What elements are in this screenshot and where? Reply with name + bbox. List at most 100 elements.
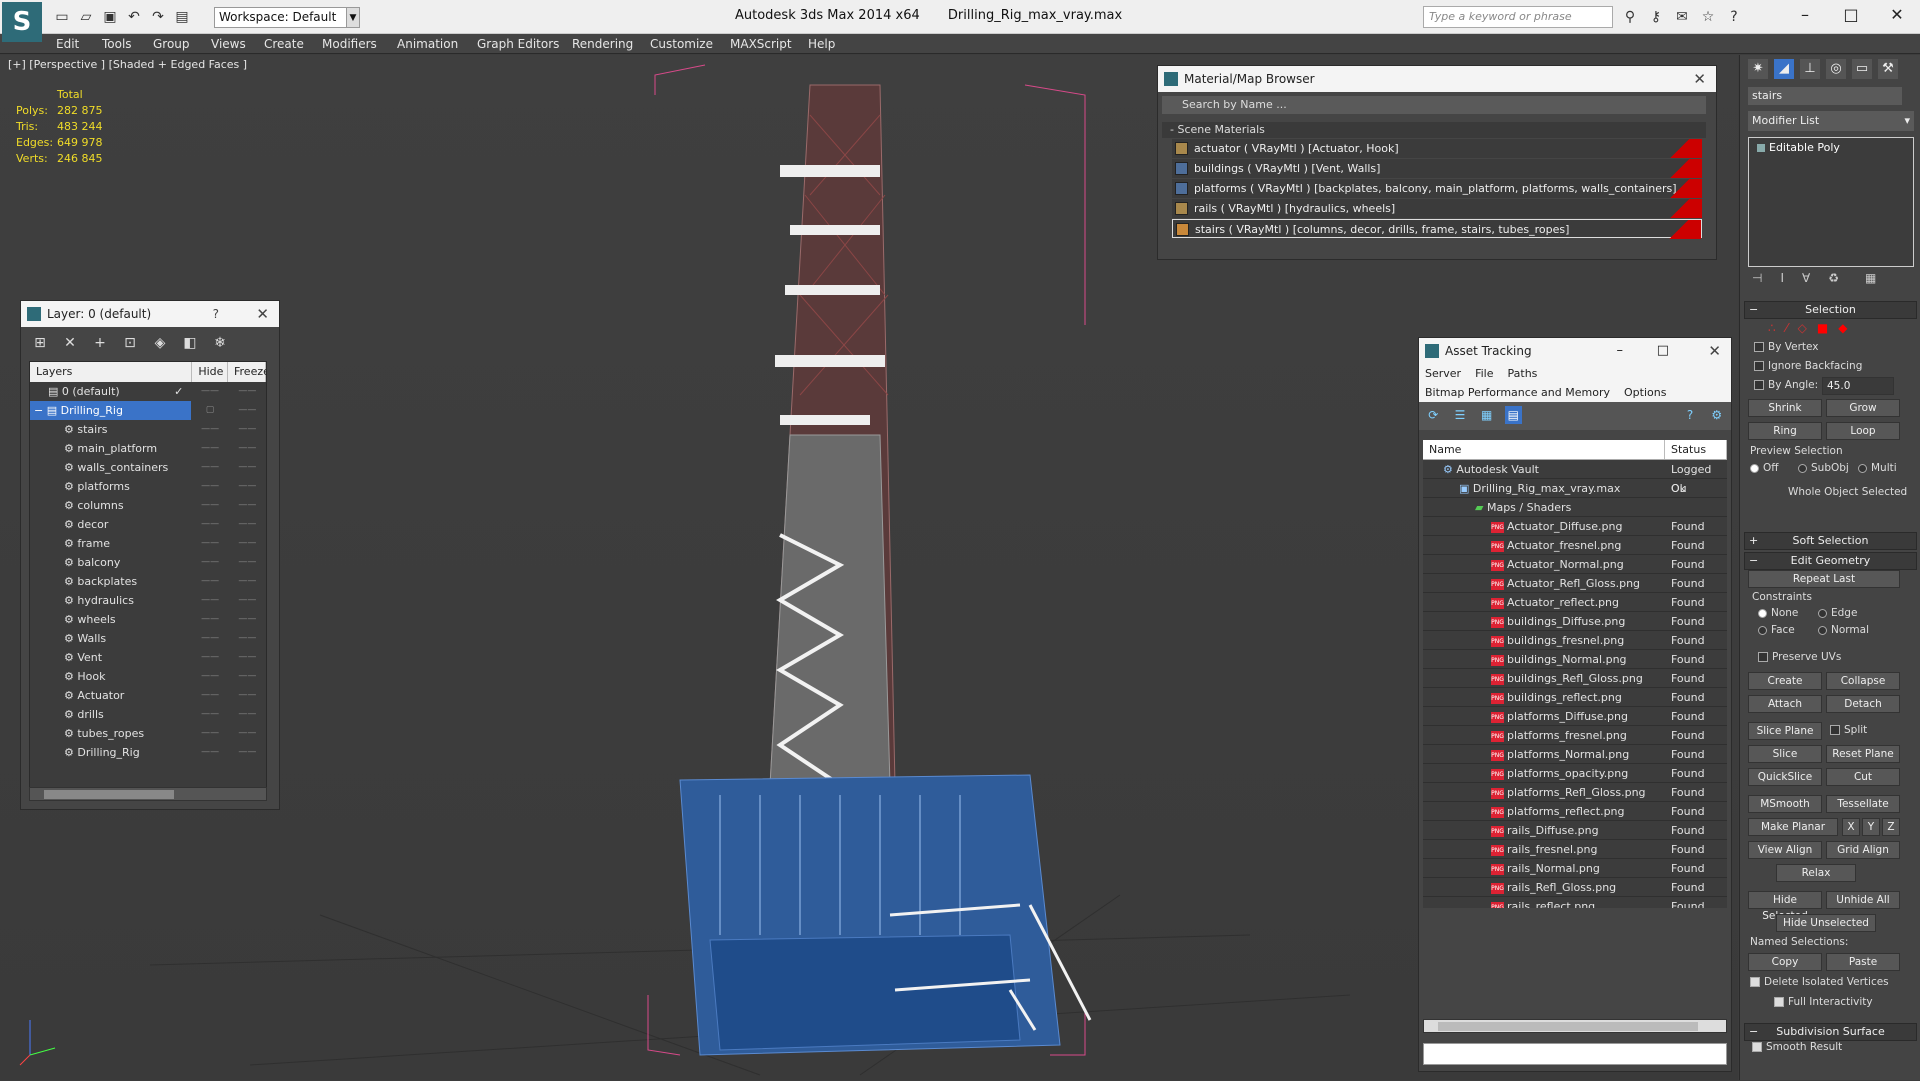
slice-button[interactable]: Slice	[1748, 745, 1822, 763]
asset-path-field[interactable]	[1423, 1043, 1727, 1065]
hide-selected-button[interactable]: Hide Selected	[1748, 891, 1822, 922]
grow-button[interactable]: Grow	[1826, 399, 1900, 417]
menu-tools[interactable]: Tools	[102, 37, 132, 51]
col-hide[interactable]: Hide	[192, 362, 228, 382]
scene-materials-group[interactable]: - Scene Materials	[1162, 122, 1706, 138]
menu-maxscript[interactable]: MAXScript	[730, 37, 792, 51]
communication-icon[interactable]: ✉	[1672, 7, 1692, 27]
detach-button[interactable]: Detach	[1826, 695, 1900, 713]
help-icon[interactable]: ?	[213, 301, 219, 327]
paste-button[interactable]: Paste	[1826, 953, 1900, 971]
hierarchy-tab-icon[interactable]: ⊥	[1800, 59, 1820, 79]
menu-bitmap-performance[interactable]: Bitmap Performance and Memory	[1425, 383, 1610, 402]
asset-row[interactable]: PNG rails_reflect.png Found	[1423, 897, 1727, 908]
utilities-tab-icon[interactable]: ⚒	[1878, 59, 1898, 79]
make-unique-icon[interactable]: ∀	[1802, 271, 1810, 287]
minimize-icon[interactable]: –	[1782, 0, 1828, 30]
relax-button[interactable]: Relax	[1776, 864, 1856, 882]
ring-button[interactable]: Ring	[1748, 422, 1822, 440]
col-freeze[interactable]: Freeze	[228, 362, 266, 382]
object-name-field[interactable]: stairs	[1748, 87, 1902, 105]
col-layers[interactable]: Layers	[30, 362, 193, 382]
pin-stack-icon[interactable]: ⊣	[1752, 271, 1762, 287]
project-folder-icon[interactable]: ▤	[172, 7, 192, 27]
grid-align-button[interactable]: Grid Align	[1826, 841, 1900, 859]
make-planar-button[interactable]: Make Planar	[1748, 818, 1838, 836]
asset-row[interactable]: PNG buildings_Normal.png Found	[1423, 650, 1727, 669]
asset-row[interactable]: PNG platforms_Normal.png Found	[1423, 745, 1727, 764]
material-row[interactable]: stairs ( VRayMtl ) [columns, decor, dril…	[1172, 219, 1702, 239]
hide-all-layers-icon[interactable]: ◧	[179, 333, 201, 353]
asset-tracking-titlebar[interactable]: Asset Tracking ✕ □ –	[1419, 338, 1731, 364]
maximize-icon[interactable]: □	[1828, 0, 1874, 30]
menu-group[interactable]: Group	[153, 37, 190, 51]
menu-help[interactable]: Help	[808, 37, 835, 51]
asset-row[interactable]: PNG Actuator_fresnel.png Found	[1423, 536, 1727, 555]
minimize-icon[interactable]: –	[1617, 338, 1624, 364]
soft-selection-rollout[interactable]: + Soft Selection	[1744, 532, 1917, 550]
material-row[interactable]: buildings ( VRayMtl ) [Vent, Walls]	[1172, 159, 1702, 178]
layer-row[interactable]: ⚙ backplates —— ——	[30, 572, 266, 591]
chevron-down-icon[interactable]: ▾	[1904, 111, 1910, 131]
layer-row[interactable]: ⚙ hydraulics —— ——	[30, 591, 266, 610]
asset-row[interactable]: PNG platforms_reflect.png Found	[1423, 802, 1727, 821]
menu-server[interactable]: Server	[1425, 364, 1461, 383]
asset-row[interactable]: PNG rails_fresnel.png Found	[1423, 840, 1727, 859]
angle-spinner[interactable]: 45.0	[1822, 377, 1894, 395]
help-icon[interactable]: ?	[1682, 406, 1699, 424]
layer-row[interactable]: ⚙ balcony —— ——	[30, 553, 266, 572]
edge-icon[interactable]: ⁄	[1786, 321, 1788, 335]
planar-z-button[interactable]: Z	[1882, 818, 1900, 836]
close-icon[interactable]: ✕	[1708, 338, 1721, 364]
material-search-input[interactable]: Search by Name ...	[1162, 96, 1706, 114]
menu-rendering[interactable]: Rendering	[572, 37, 633, 51]
by-angle-checkbox[interactable]: By Angle:	[1754, 379, 1818, 391]
delete-layer-icon[interactable]: ✕	[59, 333, 81, 353]
attach-button[interactable]: Attach	[1748, 695, 1822, 713]
layer-row[interactable]: ⚙ Vent —— ——	[30, 648, 266, 667]
asset-row[interactable]: PNG rails_Normal.png Found	[1423, 859, 1727, 878]
star-icon[interactable]: ☆	[1698, 7, 1718, 27]
asset-row[interactable]: PNG Actuator_Refl_Gloss.png Found	[1423, 574, 1727, 593]
asset-row[interactable]: PNG buildings_fresnel.png Found	[1423, 631, 1727, 650]
layer-row[interactable]: − ▤ Drilling_Rig ▢ ——	[30, 401, 266, 420]
layer-row[interactable]: ⚙ frame —— ——	[30, 534, 266, 553]
asset-row[interactable]: PNG Actuator_reflect.png Found	[1423, 593, 1727, 612]
key-icon[interactable]: ⚷	[1646, 7, 1666, 27]
redo-icon[interactable]: ↷	[148, 7, 168, 27]
create-layer-icon[interactable]: ⊞	[29, 333, 51, 353]
loop-button[interactable]: Loop	[1826, 422, 1900, 440]
layer-row[interactable]: ⚙ main_platform —— ——	[30, 439, 266, 458]
material-row[interactable]: platforms ( VRayMtl ) [backplates, balco…	[1172, 179, 1702, 198]
material-row[interactable]: actuator ( VRayMtl ) [Actuator, Hook]	[1172, 139, 1702, 158]
delete-isolated-vertices-checkbox[interactable]: Delete Isolated Vertices	[1750, 976, 1889, 988]
asset-row[interactable]: PNG platforms_fresnel.png Found	[1423, 726, 1727, 745]
layer-row[interactable]: ⚙ columns —— ——	[30, 496, 266, 515]
asset-row[interactable]: PNG platforms_opacity.png Found	[1423, 764, 1727, 783]
table-view-icon[interactable]: ▤	[1505, 406, 1522, 424]
modifier-list-dropdown[interactable]: Modifier List ▾	[1748, 111, 1914, 131]
asset-row[interactable]: ▣ Drilling_Rig_max_vray.max Ok	[1423, 479, 1727, 498]
full-interactivity-checkbox[interactable]: Full Interactivity	[1774, 996, 1873, 1008]
constraint-normal-radio[interactable]: Normal	[1818, 624, 1869, 636]
layer-row[interactable]: ⚙ platforms —— ——	[30, 477, 266, 496]
layer-row[interactable]: ⚙ decor —— ——	[30, 515, 266, 534]
repeat-last-button[interactable]: Repeat Last	[1748, 570, 1900, 588]
element-icon[interactable]: ◆	[1838, 321, 1847, 335]
unhide-all-button[interactable]: Unhide All	[1826, 891, 1900, 909]
layer-row[interactable]: ⚙ drills —— ——	[30, 705, 266, 724]
freeze-all-layers-icon[interactable]: ❄	[209, 333, 231, 353]
material-browser-titlebar[interactable]: Material/Map Browser ✕	[1158, 66, 1716, 92]
copy-button[interactable]: Copy	[1748, 953, 1822, 971]
quickslice-button[interactable]: QuickSlice	[1748, 768, 1822, 786]
menu-graph-editors[interactable]: Graph Editors	[477, 37, 559, 51]
asset-row[interactable]: PNG buildings_Diffuse.png Found	[1423, 612, 1727, 631]
open-file-icon[interactable]: ▱	[76, 7, 96, 27]
asset-row[interactable]: PNG platforms_Diffuse.png Found	[1423, 707, 1727, 726]
asset-list-scrollbar[interactable]	[1423, 1019, 1727, 1033]
scrollbar-thumb[interactable]	[44, 790, 174, 799]
constraint-edge-radio[interactable]: Edge	[1818, 607, 1857, 619]
border-icon[interactable]: ◇	[1798, 321, 1807, 335]
layer-row[interactable]: ⚙ Drilling_Rig —— ——	[30, 743, 266, 762]
stack-item-editable-poly[interactable]: Editable Poly	[1755, 140, 1907, 156]
